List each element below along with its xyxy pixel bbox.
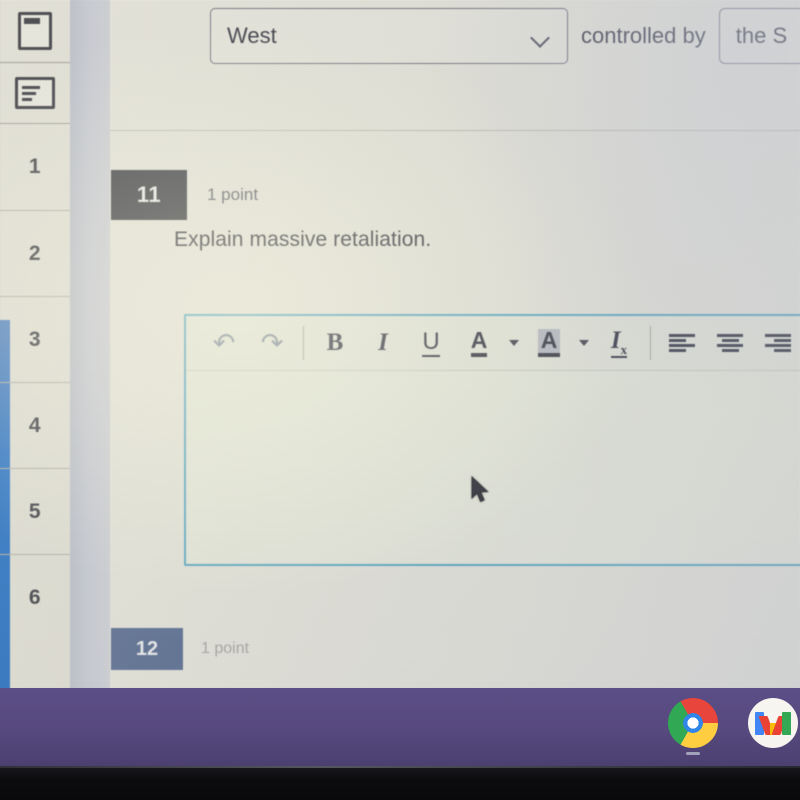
connector-label: controlled by bbox=[581, 23, 706, 48]
mouse-cursor bbox=[471, 476, 489, 503]
laptop-bezel bbox=[0, 766, 800, 800]
align-center-button[interactable] bbox=[706, 321, 754, 365]
align-right-button[interactable] bbox=[754, 321, 800, 365]
align-left-button[interactable] bbox=[658, 321, 706, 365]
bold-button[interactable]: B bbox=[311, 321, 359, 365]
highlight-color-icon: A bbox=[537, 329, 561, 357]
question-nav-5[interactable]: 5 bbox=[0, 469, 70, 555]
undo-icon: ↶ bbox=[212, 327, 236, 358]
region-dropdown[interactable]: West bbox=[210, 8, 568, 64]
italic-icon: I bbox=[378, 329, 388, 356]
chevron-down-icon bbox=[579, 340, 589, 346]
text-color-button[interactable]: A bbox=[455, 321, 503, 365]
answer-text-box[interactable]: the S bbox=[718, 8, 800, 64]
section-divider bbox=[110, 130, 800, 131]
question-11-number-badge: 11 bbox=[111, 170, 187, 220]
question-number-list: 1 2 3 4 5 6 bbox=[0, 124, 70, 688]
form-canvas: West controlled by the S 11 1 point Expl… bbox=[110, 0, 800, 688]
question-nav-3[interactable]: 3 bbox=[0, 297, 70, 383]
chrome-running-indicator bbox=[686, 752, 700, 755]
text-color-dropdown[interactable] bbox=[503, 321, 525, 365]
clear-format-button[interactable]: Ix bbox=[595, 321, 643, 365]
editor-toolbar: ↶ ↷ B I U A A Ix bbox=[186, 316, 800, 371]
highlight-color-dropdown[interactable] bbox=[573, 321, 595, 365]
question-nav-1[interactable]: 1 bbox=[0, 124, 70, 211]
question-nav-6[interactable]: 6 bbox=[0, 555, 70, 640]
sidebar-item-responses[interactable] bbox=[0, 63, 70, 124]
rich-text-editor[interactable]: ↶ ↷ B I U A A Ix bbox=[184, 314, 800, 566]
sidebar-item-questions[interactable] bbox=[0, 0, 70, 63]
align-right-icon bbox=[765, 333, 791, 353]
question-11-prompt: Explain massive retaliation. bbox=[174, 228, 432, 251]
bold-icon: B bbox=[326, 329, 344, 356]
question-11-header: 11 1 point bbox=[111, 170, 258, 220]
underline-button[interactable]: U bbox=[407, 321, 455, 365]
gmail-m-glyph bbox=[755, 712, 791, 735]
question-12-header: 12 1 point bbox=[111, 628, 249, 670]
redo-button[interactable]: ↷ bbox=[248, 321, 296, 365]
underline-icon: U bbox=[422, 328, 440, 357]
question-12-number-badge: 12 bbox=[111, 628, 183, 670]
highlight-button[interactable]: A bbox=[525, 321, 573, 365]
document-page-icon bbox=[18, 12, 52, 50]
toolbar-separator-1 bbox=[303, 326, 304, 360]
nav-gutter-strip bbox=[70, 0, 110, 688]
align-center-icon bbox=[717, 333, 743, 353]
question-11-points: 1 point bbox=[207, 185, 259, 204]
outline-list-icon bbox=[15, 77, 55, 109]
italic-button[interactable]: I bbox=[359, 321, 407, 365]
region-dropdown-value: West bbox=[227, 23, 277, 48]
laptop-screen-photo: West controlled by the S 11 1 point Expl… bbox=[0, 0, 800, 800]
gmail-icon[interactable] bbox=[748, 698, 798, 748]
chevron-down-icon bbox=[532, 31, 551, 42]
redo-icon: ↷ bbox=[260, 327, 284, 358]
os-taskbar bbox=[0, 688, 800, 766]
editor-text-area[interactable] bbox=[186, 371, 800, 564]
question-nav-4[interactable]: 4 bbox=[0, 383, 70, 469]
align-left-icon bbox=[669, 333, 695, 353]
sentence-answer-row: West controlled by the S bbox=[210, 8, 800, 64]
chrome-icon[interactable] bbox=[668, 698, 718, 748]
question-12-points: 1 point bbox=[201, 640, 250, 657]
screen-area: West controlled by the S 11 1 point Expl… bbox=[0, 0, 800, 688]
toolbar-separator-2 bbox=[650, 326, 651, 360]
chevron-down-icon bbox=[509, 340, 519, 346]
undo-button[interactable]: ↶ bbox=[200, 321, 248, 365]
clear-formatting-icon: Ix bbox=[610, 327, 628, 358]
question-nav-2[interactable]: 2 bbox=[0, 211, 70, 297]
text-color-icon: A bbox=[470, 329, 488, 357]
